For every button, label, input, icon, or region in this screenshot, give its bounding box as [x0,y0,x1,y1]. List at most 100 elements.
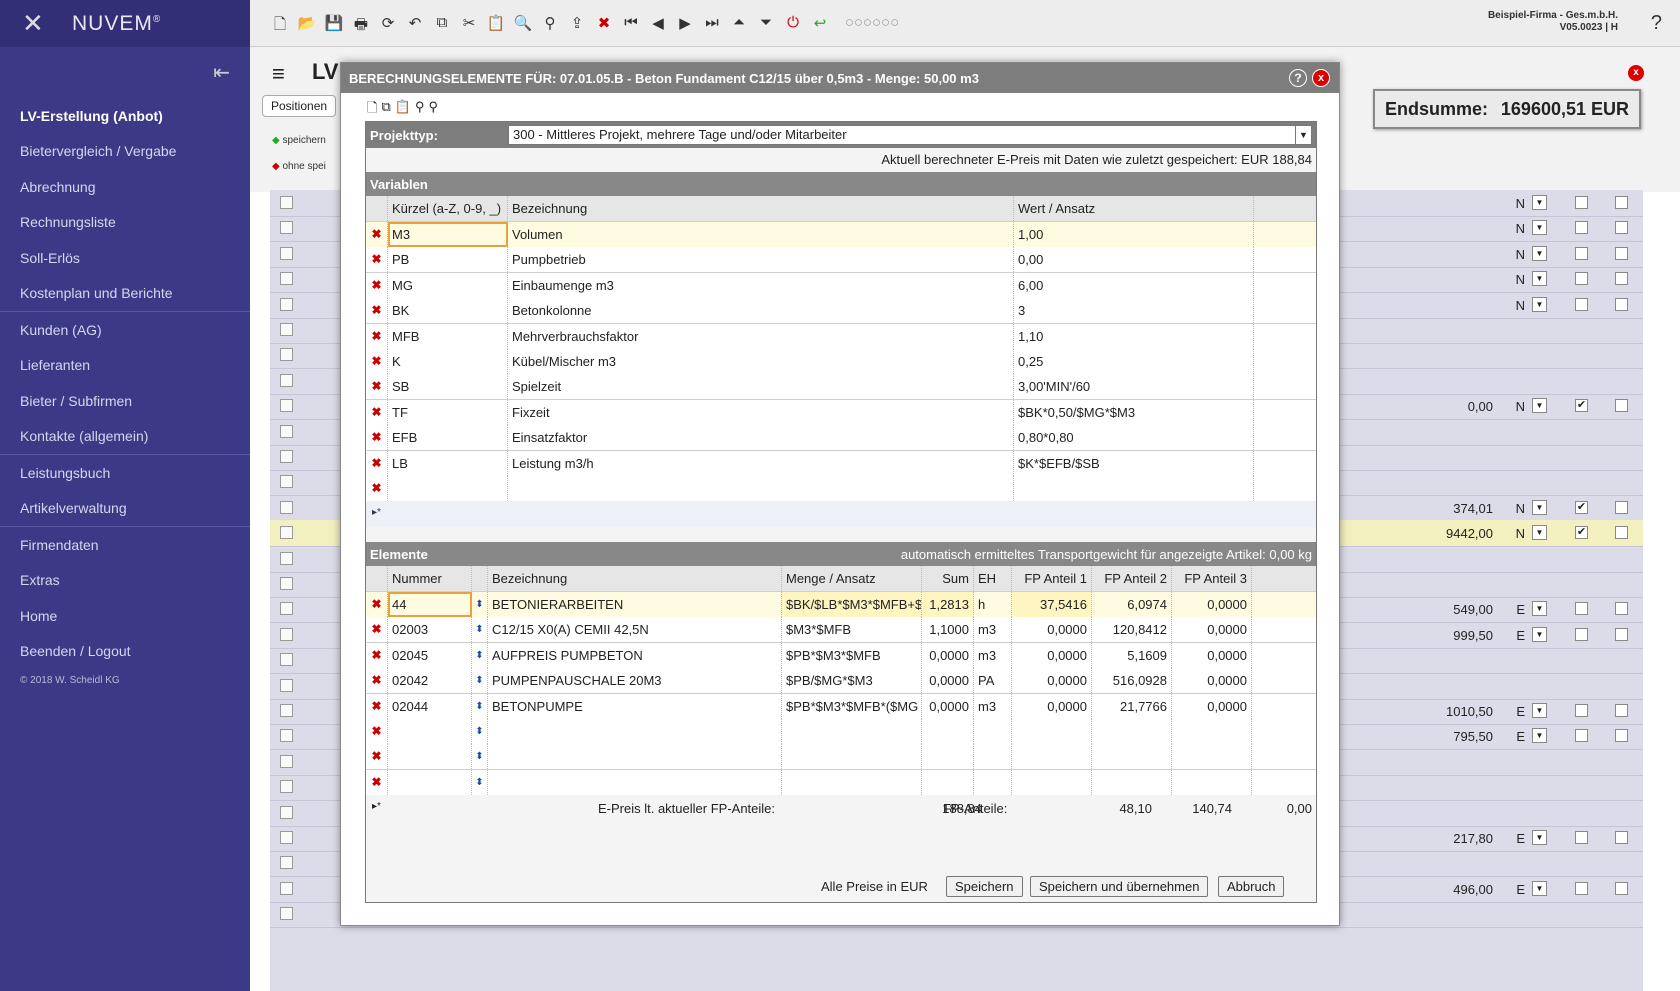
delete-row-icon[interactable]: ✖ [366,617,388,643]
delete-row-icon[interactable]: ✖ [366,769,388,795]
bezeichnung-field[interactable]: Kübel/Mischer m3 [508,349,1014,374]
power-icon[interactable]: ⏻ [783,14,803,39]
prev-icon[interactable]: ◀ [648,14,668,39]
delete-row-icon[interactable]: ✖ [366,272,388,298]
sidebar-item-13[interactable]: Extras [0,563,250,599]
save-icon[interactable]: 💾 [324,14,344,39]
chevron-down-icon[interactable]: ▼ [1532,830,1547,845]
fp1-field[interactable] [1012,769,1092,795]
sum-field[interactable] [922,769,974,795]
new-icon[interactable]: 🗋 [270,14,290,39]
eh-field[interactable]: h [974,592,1012,617]
fp2-field[interactable] [1092,744,1172,770]
tab-positionen[interactable]: Positionen [262,95,337,117]
wert-field[interactable]: 0,00 [1014,247,1254,273]
eh-field[interactable]: PA [974,668,1012,694]
row-check-2[interactable] [1615,602,1628,616]
sidebar-item-12[interactable]: Firmendaten [0,527,250,563]
fp3-field[interactable]: 0,0000 [1172,668,1252,694]
delete-row-icon[interactable]: ✖ [366,298,388,324]
paste-icon[interactable]: 📋 [486,14,506,39]
fp2-field[interactable]: 6,0974 [1092,592,1172,617]
sum-field[interactable] [922,719,974,744]
elemente-row[interactable]: ✖ ⬍ [366,769,1316,796]
delete-row-icon[interactable]: ✖ [366,323,388,349]
row-checkbox[interactable] [280,246,293,260]
bezeichnung-field[interactable]: Pumpbetrieb [508,247,1014,273]
delete-row-icon[interactable]: ✖ [366,719,388,744]
sidebar-item-7[interactable]: Lieferanten [0,348,250,384]
row-check[interactable] [1575,196,1588,209]
binoculars-icon[interactable]: ⚲ [415,99,425,121]
row-check[interactable] [1575,704,1588,717]
delete-row-icon[interactable]: ✖ [366,592,388,617]
fp1-field[interactable]: 0,0000 [1012,642,1092,668]
collapse-icon[interactable]: ⏷ [756,14,776,39]
kuerzel-field[interactable]: SB [388,374,508,400]
row-checkbox[interactable] [280,450,293,463]
row-checkbox[interactable] [280,475,293,489]
row-checkbox[interactable] [280,881,293,895]
menge-field[interactable] [782,744,922,770]
variablen-row[interactable]: ✖ MG Einbaumenge m3 6,00 [366,272,1316,299]
sidebar-item-6[interactable]: Kunden (AG) [0,312,250,348]
fp1-field[interactable]: 37,5416 [1012,592,1092,617]
refresh-icon[interactable]: ⟳ [378,14,398,39]
kuerzel-field[interactable]: MG [388,272,508,298]
nummer-field[interactable]: 02003 [388,617,472,643]
nuvem-logo-icon[interactable]: ✕ [22,8,72,39]
kuerzel-field[interactable]: TF [388,399,508,425]
fp3-field[interactable] [1172,719,1252,744]
fp2-field[interactable]: 516,0928 [1092,668,1172,694]
open-icon[interactable]: 📂 [297,14,317,39]
bezeichnung-field[interactable]: PUMPENPAUSCHALE 20M3 [488,668,782,694]
delete-row-icon[interactable]: ✖ [366,374,388,400]
bezeichnung-field[interactable] [488,769,782,795]
nummer-field[interactable]: 02045 [388,642,472,668]
row-checkbox[interactable] [280,729,293,743]
row-checkbox[interactable] [280,500,293,514]
eh-field[interactable] [974,719,1012,744]
bezeichnung-field[interactable]: C12/15 X0(A) CEMII 42,5N [488,617,782,643]
variablen-row[interactable]: ✖ SB Spielzeit 3,00'MIN'/60 [366,374,1316,401]
row-checkbox[interactable] [280,196,293,209]
sidebar-item-8[interactable]: Bieter / Subfirmen [0,383,250,419]
delete-row-icon[interactable]: ✖ [366,642,388,668]
find-icon[interactable]: 🔍 [513,14,533,39]
chevron-down-icon[interactable]: ▼ [1532,245,1547,261]
row-checkbox[interactable] [280,399,293,413]
chevron-down-icon[interactable]: ▼ [1532,296,1547,312]
variablen-row[interactable]: ✖ TF Fixzeit $BK*0,50/$MG*$M3 [366,399,1316,426]
spinner-icon[interactable]: ⬍ [472,592,488,617]
menge-field[interactable]: $PB*$M3*$MFB [782,642,922,668]
sum-field[interactable] [922,744,974,770]
row-check-2[interactable] [1615,221,1628,235]
bezeichnung-field[interactable]: BETONIERARBEITEN [488,592,782,617]
row-checkbox[interactable] [280,551,293,565]
row-checkbox[interactable] [280,297,293,311]
binoculars-icon[interactable]: ⚲ [540,14,560,39]
kuerzel-field[interactable]: EFB [388,425,508,451]
menge-field[interactable]: $PB/$MG*$M3 [782,668,922,694]
nummer-field[interactable] [388,744,472,770]
wert-field[interactable]: 1,10 [1014,323,1254,349]
next-icon[interactable]: ▶ [675,14,695,39]
binoculars-next-icon[interactable]: ⚲ [428,99,438,121]
chevron-down-icon[interactable]: ▼ [1295,126,1311,144]
variablen-row[interactable]: ✖ MFB Mehrverbrauchsfaktor 1,10 [366,323,1316,350]
print-icon[interactable]: 🖶 [351,14,371,39]
delete-icon[interactable]: ✖ [594,14,614,39]
sidebar-item-2[interactable]: Abrechnung [0,169,250,205]
chevron-down-icon[interactable]: ▼ [1532,728,1547,744]
elemente-row[interactable]: ✖ ⬍ 44 BETONIERARBEITEN $BK/$LB*$M3*$MFB+$ 1,… [366,592,1316,618]
chevron-down-icon[interactable]: ▼ [1532,220,1547,236]
delete-row-icon[interactable]: ✖ [366,744,388,770]
spinner-icon[interactable]: ⬍ [472,668,488,694]
row-check[interactable]: ✔ [1575,526,1588,540]
add-variable-row[interactable]: ▸* [366,501,1316,528]
row-checkbox[interactable] [280,602,293,616]
last-icon[interactable]: ⏭ [702,14,722,39]
sidebar-item-4[interactable]: Soll-Erlös [0,240,250,276]
kuerzel-field[interactable]: LB [388,450,508,476]
delete-row-icon[interactable]: ✖ [366,425,388,451]
